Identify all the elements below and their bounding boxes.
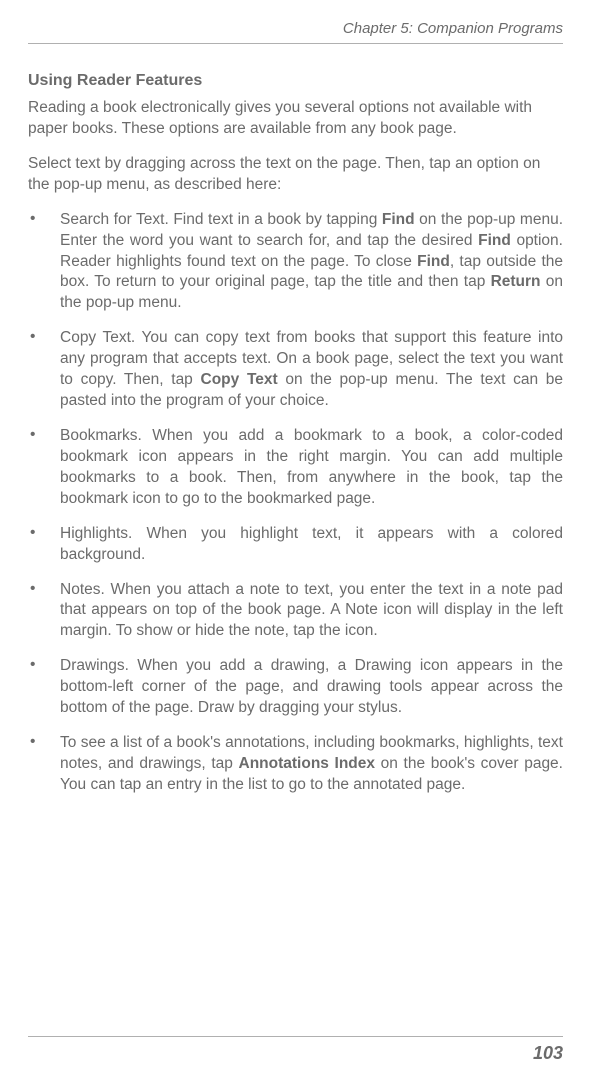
list-item: • Bookmarks. When you add a bookmark to …: [28, 426, 563, 510]
text-fragment: Search for Text. Find text in a book by …: [60, 211, 382, 228]
intro-paragraph-2: Select text by dragging across the text …: [28, 154, 563, 196]
list-item-text: Highlights. When you highlight text, it …: [60, 524, 563, 566]
page-number: 103: [28, 1036, 563, 1064]
bullet-marker-icon: •: [28, 210, 60, 315]
bullet-marker-icon: •: [28, 733, 60, 796]
bullet-marker-icon: •: [28, 524, 60, 566]
list-item: • Search for Text. Find text in a book b…: [28, 210, 563, 315]
intro-paragraph-1: Reading a book electronically gives you …: [28, 98, 563, 140]
bullet-marker-icon: •: [28, 580, 60, 643]
feature-list: • Search for Text. Find text in a book b…: [28, 210, 563, 796]
bold-find-1: Find: [382, 211, 415, 228]
list-item: • To see a list of a book's annotations,…: [28, 733, 563, 796]
bullet-marker-icon: •: [28, 426, 60, 510]
bold-annotations-index: Annotations Index: [239, 755, 376, 772]
bold-find-3: Find: [417, 253, 450, 270]
section-title: Using Reader Features: [28, 72, 563, 90]
list-item-text: Notes. When you attach a note to text, y…: [60, 580, 563, 643]
list-item: • Copy Text. You can copy text from book…: [28, 328, 563, 412]
bold-find-2: Find: [478, 232, 511, 249]
list-item: • Drawings. When you add a drawing, a Dr…: [28, 656, 563, 719]
list-item-text: Bookmarks. When you add a bookmark to a …: [60, 426, 563, 510]
bullet-marker-icon: •: [28, 328, 60, 412]
bold-copy-text: Copy Text: [201, 371, 278, 388]
bullet-marker-icon: •: [28, 656, 60, 719]
list-item-text: Copy Text. You can copy text from books …: [60, 328, 563, 412]
list-item-text: Search for Text. Find text in a book by …: [60, 210, 563, 315]
list-item: • Notes. When you attach a note to text,…: [28, 580, 563, 643]
list-item-text: Drawings. When you add a drawing, a Draw…: [60, 656, 563, 719]
list-item: • Highlights. When you highlight text, i…: [28, 524, 563, 566]
list-item-text: To see a list of a book's annotations, i…: [60, 733, 563, 796]
bold-return: Return: [491, 273, 541, 290]
chapter-header: Chapter 5: Companion Programs: [28, 20, 563, 44]
